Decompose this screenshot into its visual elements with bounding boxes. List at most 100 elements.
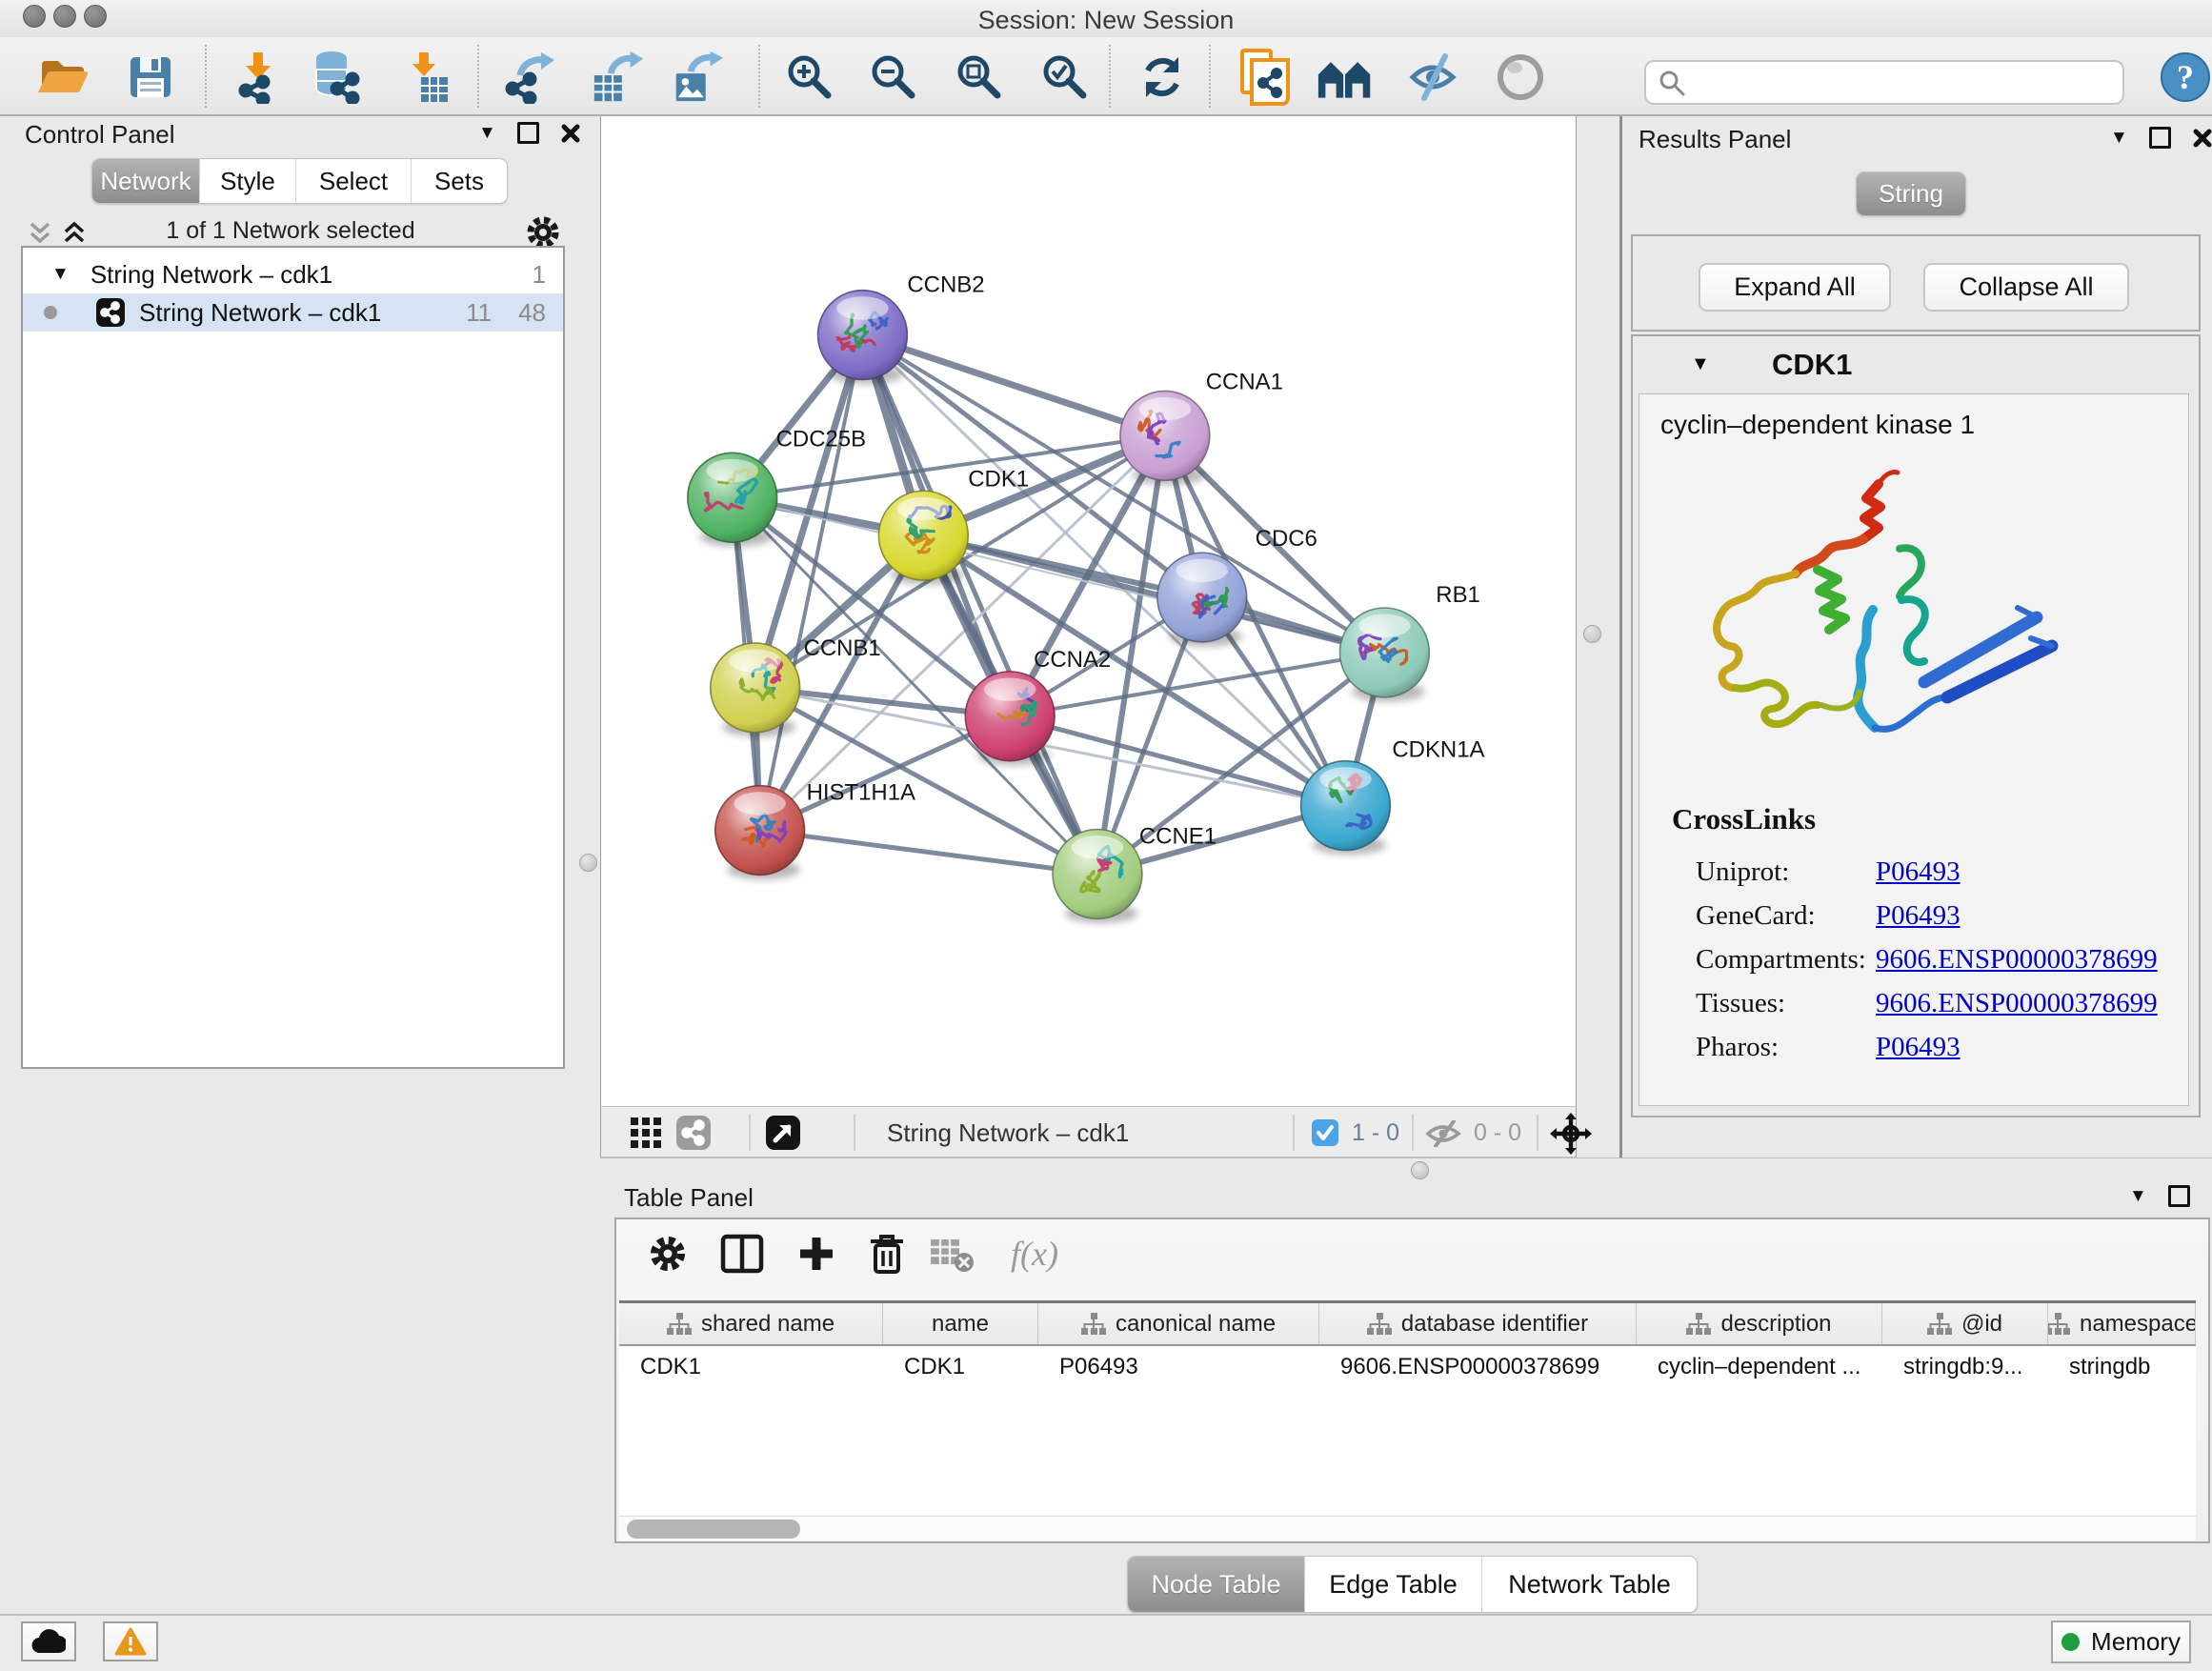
tab-sets[interactable]: Sets [411,159,507,203]
table-cell[interactable]: CDK1 [619,1346,883,1388]
table-cell[interactable]: 9606.ENSP00000378699 [1319,1346,1637,1388]
table-cell[interactable]: CDK1 [883,1346,1038,1388]
export-network-icon[interactable] [503,49,560,106]
network-canvas[interactable]: CCNB2CCNA1CDC25BCDK1CDC6RB1CCNB1CCNA2CDK… [600,116,1577,1106]
scrollbar-thumb[interactable] [627,1520,800,1539]
control-panel-title: Control Panel [25,120,175,150]
tab-node-table[interactable]: Node Table [1128,1557,1304,1612]
network-row-selected[interactable]: String Network – cdk1 11 48 [23,293,563,332]
bottom-splitter-handle[interactable] [1411,1161,1429,1179]
delete-column-icon[interactable] [862,1229,912,1278]
cloud-button[interactable] [21,1621,76,1661]
crosslink-label: Uniprot: [1696,856,1876,888]
collection-expand-icon[interactable]: ▼ [51,264,70,285]
hide-selection-icon[interactable] [1406,49,1463,106]
status-bar: Memory [0,1614,2212,1671]
collapse-all-button[interactable]: Collapse All [1923,263,2129,312]
network-status-dot [44,306,57,319]
refresh-icon[interactable] [1134,49,1191,106]
add-column-icon[interactable] [792,1229,841,1278]
node-label-CCNA2: CCNA2 [1034,647,1111,673]
column-type-icon [1081,1313,1106,1336]
tab-style[interactable]: Style [199,159,295,203]
section-collapse-icon[interactable]: ▼ [1691,353,1710,375]
warning-button[interactable] [103,1621,158,1661]
crosslink-value-link[interactable]: 9606.ENSP00000378699 [1876,988,2158,1019]
viewbar-separator [1293,1115,1295,1151]
memory-status-icon [2061,1633,2080,1651]
table-settings-gear-icon[interactable] [643,1229,693,1278]
fit-content-icon[interactable] [1550,1113,1592,1155]
crosslink-value-link[interactable]: 9606.ENSP00000378699 [1876,944,2158,976]
export-image-icon[interactable] [669,49,726,106]
crosslink-value-link[interactable]: P06493 [1876,856,1961,888]
table-cell[interactable]: stringdb:9... [1882,1346,2048,1388]
tab-edge-table[interactable]: Edge Table [1304,1557,1481,1612]
column-header--id[interactable]: @id [1882,1303,2048,1344]
column-header-database-identifier[interactable]: database identifier [1319,1303,1637,1344]
horizontal-splitter[interactable] [600,1158,2212,1181]
column-header-namespace[interactable]: namespace [2048,1303,2196,1344]
node-label-CCNA1: CCNA1 [1206,369,1283,394]
table-cell[interactable]: cyclin–dependent ... [1637,1346,1882,1388]
table-row[interactable]: CDK1CDK1P064939606.ENSP00000378699cyclin… [619,1346,2196,1388]
import-network-from-file-icon[interactable] [229,49,286,106]
new-network-from-selection-icon[interactable] [1237,49,1294,106]
zoom-out-icon[interactable] [865,49,922,106]
zoom-fit-icon[interactable] [951,49,1008,106]
crosslink-value-link[interactable]: P06493 [1876,900,1961,932]
tab-network-table[interactable]: Network Table [1481,1557,1697,1612]
panel-menu-icon[interactable]: ▼ [478,124,496,142]
search-field[interactable] [1644,60,2124,105]
function-builder-icon[interactable]: f(x) [992,1229,1077,1278]
string-network-icon [95,297,126,328]
save-session-icon[interactable] [122,49,179,106]
tab-network[interactable]: Network [92,159,199,203]
show-graphics-details-icon[interactable] [1492,49,1549,106]
grid-icon[interactable] [630,1117,662,1149]
crosslink-row: Compartments:9606.ENSP00000378699 [1696,937,2172,981]
panel-menu-icon[interactable]: ▼ [2110,129,2128,147]
column-header-shared-name[interactable]: shared name [619,1303,883,1344]
left-splitter-handle[interactable] [579,854,597,872]
import-network-from-database-icon[interactable] [307,49,364,106]
right-splitter-handle[interactable] [1583,625,1601,643]
open-session-icon[interactable] [34,49,91,106]
memory-button[interactable]: Memory [2051,1621,2191,1663]
node-label-RB1: RB1 [1436,582,1480,608]
toolbar-separator [1109,45,1111,108]
table-cell[interactable]: P06493 [1038,1346,1319,1388]
selected-checkbox-icon[interactable] [1311,1118,1339,1147]
node-label-CDC25B: CDC25B [776,426,866,452]
split-columns-icon[interactable] [717,1229,767,1278]
crosslink-value-link[interactable]: P06493 [1876,1032,1961,1063]
panel-menu-icon[interactable]: ▼ [2129,1187,2147,1205]
string-share-icon[interactable] [675,1115,712,1151]
help-icon[interactable]: ? [2159,49,2212,106]
expand-all-button[interactable]: Expand All [1699,263,1891,312]
search-input[interactable] [1694,69,2122,97]
float-panel-icon[interactable] [2168,1185,2190,1207]
node-attribute-table[interactable]: shared namenamecanonical namedatabase id… [619,1300,2196,1516]
column-header-name[interactable]: name [883,1303,1038,1344]
delete-table-icon[interactable] [927,1229,976,1278]
float-panel-icon[interactable] [517,122,539,144]
view-network-title: String Network – cdk1 [887,1118,1129,1148]
float-panel-icon[interactable] [2149,127,2171,149]
results-actions-box: Expand All Collapse All [1631,234,2201,332]
tab-string[interactable]: String [1857,172,1965,215]
birds-eye-icon[interactable] [765,1115,801,1151]
close-panel-icon[interactable] [2192,128,2212,149]
column-header-description[interactable]: description [1637,1303,1882,1344]
first-neighbors-icon[interactable] [1317,49,1374,106]
close-panel-icon[interactable] [560,123,581,144]
column-header-canonical-name[interactable]: canonical name [1038,1303,1319,1344]
network-collection-row[interactable]: ▼ String Network – cdk1 1 [23,255,563,293]
horizontal-scrollbar[interactable] [619,1516,2196,1540]
table-cell[interactable]: stringdb [2048,1346,2196,1388]
import-table-from-file-icon[interactable] [398,49,455,106]
zoom-in-icon[interactable] [781,49,838,106]
export-table-icon[interactable] [589,49,646,106]
tab-select[interactable]: Select [295,159,411,203]
zoom-selected-icon[interactable] [1036,49,1094,106]
